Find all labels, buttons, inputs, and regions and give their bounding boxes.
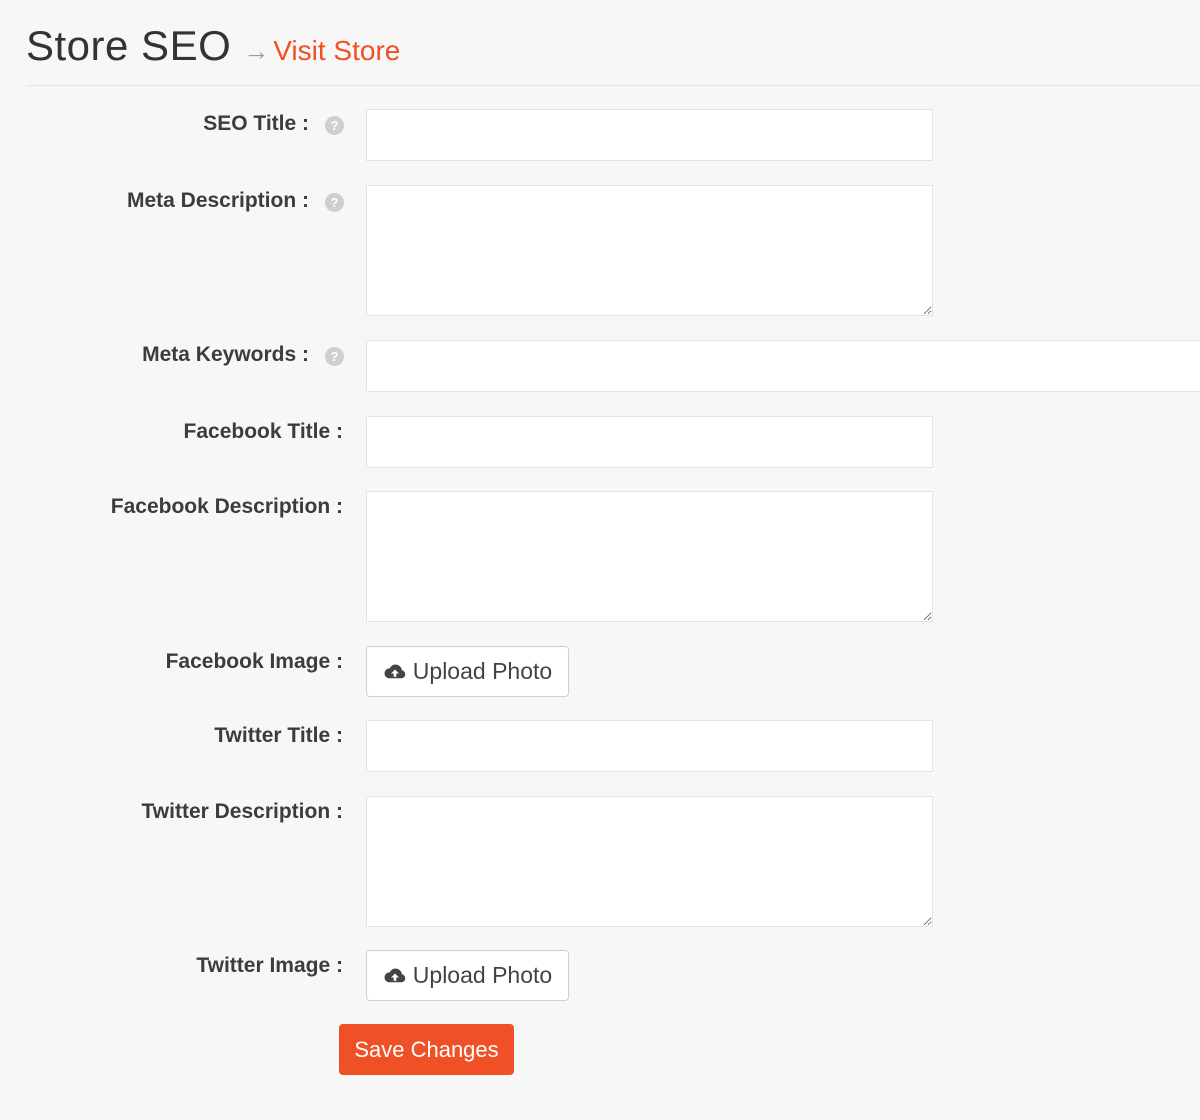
twitter-description-textarea[interactable] bbox=[366, 796, 933, 927]
seo-title-label: SEO Title : bbox=[203, 112, 309, 135]
seo-title-input[interactable] bbox=[366, 109, 933, 161]
meta-description-label: Meta Description : bbox=[126, 189, 309, 212]
facebook-image-label: Facebook Image : bbox=[165, 650, 343, 673]
cloud-upload-icon bbox=[384, 968, 406, 982]
twitter-upload-photo-button[interactable]: Upload Photo bbox=[366, 950, 569, 1001]
save-changes-button[interactable]: Save Changes bbox=[339, 1024, 514, 1075]
facebook-description-label: Facebook Description : bbox=[110, 495, 343, 518]
question-circle-icon[interactable]: ? bbox=[325, 347, 344, 366]
twitter-description-label: Twitter Description : bbox=[141, 800, 343, 823]
store-seo-page: Store SEO → Visit Store SEO Title : ? Me… bbox=[0, 0, 1200, 1120]
header-divider bbox=[26, 85, 1200, 86]
upload-photo-label: Upload Photo bbox=[412, 658, 553, 684]
arrow-right-icon: → bbox=[243, 36, 270, 66]
meta-keywords-input[interactable] bbox=[366, 340, 1200, 392]
visit-store-link[interactable]: Visit Store bbox=[273, 35, 400, 67]
twitter-title-input[interactable] bbox=[366, 720, 933, 772]
twitter-image-label: Twitter Image : bbox=[196, 954, 343, 977]
page-title: Store SEO bbox=[26, 22, 232, 69]
question-circle-icon[interactable]: ? bbox=[325, 116, 344, 135]
facebook-description-textarea[interactable] bbox=[366, 491, 933, 622]
twitter-title-label: Twitter Title : bbox=[214, 724, 343, 747]
facebook-upload-photo-button[interactable]: Upload Photo bbox=[366, 646, 569, 697]
meta-description-textarea[interactable] bbox=[366, 185, 933, 316]
meta-keywords-label: Meta Keywords : bbox=[142, 343, 309, 366]
facebook-title-label: Facebook Title : bbox=[183, 420, 343, 443]
facebook-title-input[interactable] bbox=[366, 416, 933, 468]
cloud-upload-icon bbox=[384, 664, 406, 678]
page-header: Store SEO → Visit Store bbox=[26, 22, 400, 72]
upload-photo-label: Upload Photo bbox=[412, 962, 553, 988]
question-circle-icon[interactable]: ? bbox=[325, 193, 344, 212]
